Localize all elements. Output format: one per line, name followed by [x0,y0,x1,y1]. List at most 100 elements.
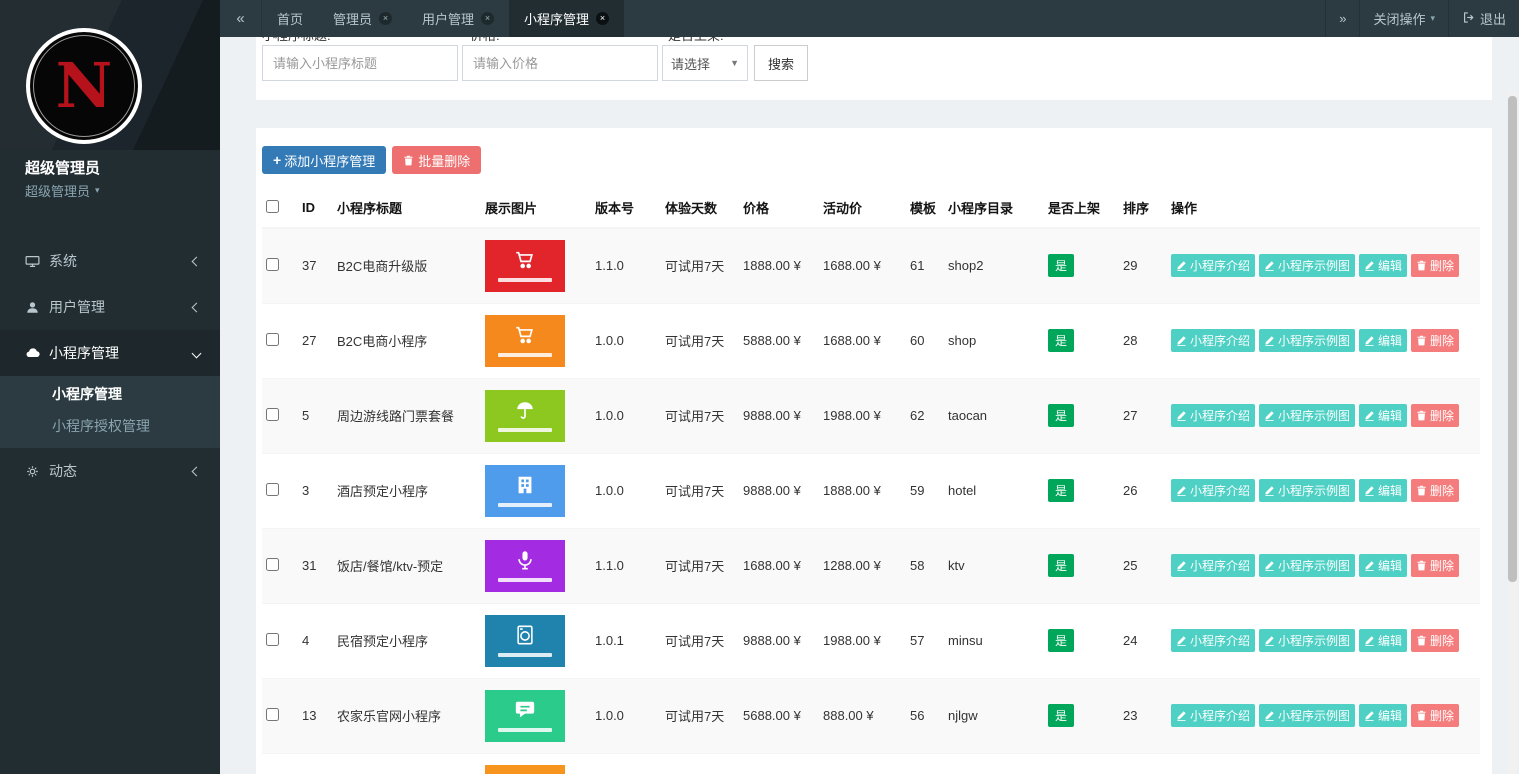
example-button[interactable]: 小程序示例图 [1259,704,1355,727]
edit-button[interactable]: 编辑 [1359,254,1407,277]
intro-button[interactable]: 小程序介绍 [1171,479,1255,502]
table-row: 是小程序介绍小程序示例图编辑删除 [262,753,1480,774]
delete-button[interactable]: 删除 [1411,479,1459,502]
sidebar-item-0[interactable]: 系统 [0,238,220,284]
cell-image [481,303,591,378]
pencil-icon [1264,335,1275,346]
edit-button[interactable]: 编辑 [1359,329,1407,352]
chevron-down-icon [192,348,202,358]
table-row: 5周边游线路门票套餐1.0.0可试用7天9888.00 ¥1988.00 ¥62… [262,378,1480,453]
example-button[interactable]: 小程序示例图 [1259,329,1355,352]
vertical-scrollbar[interactable] [1508,92,1517,774]
sidebar-subitem-2-1[interactable]: 小程序授权管理 [0,410,220,442]
tab-close-icon[interactable]: × [379,12,392,25]
row-checkbox[interactable] [266,408,279,421]
example-button[interactable]: 小程序示例图 [1259,629,1355,652]
tab-2[interactable]: 用户管理× [407,0,509,37]
title-search-input[interactable] [262,45,458,81]
cell-actions: 小程序介绍小程序示例图编辑删除 [1167,678,1480,753]
intro-button[interactable]: 小程序介绍 [1171,554,1255,577]
logout-button[interactable]: 退出 [1448,0,1519,37]
tab-3[interactable]: 小程序管理× [509,0,624,37]
cell-version: 1.0.0 [591,678,661,753]
pencil-icon [1176,635,1187,646]
trash-icon [1416,485,1427,496]
chevron-left-icon [192,466,202,476]
cell-actions: 小程序介绍小程序示例图编辑删除 [1167,378,1480,453]
cell-dir: shop2 [944,228,1044,303]
trash-icon [1416,260,1427,271]
pencil-icon [1264,410,1275,421]
add-miniprogram-button[interactable]: + 添加小程序管理 [262,146,386,174]
delete-button[interactable]: 删除 [1411,629,1459,652]
tabs-scroll-right-button[interactable]: » [1325,0,1359,37]
tab-0[interactable]: 首页 [262,0,318,37]
row-checkbox[interactable] [266,708,279,721]
tab-close-icon[interactable]: × [596,12,609,25]
close-operations-dropdown[interactable]: 关闭操作 ▾ [1359,0,1448,37]
chevron-left-icon [192,302,202,312]
user-role-dropdown[interactable]: 超级管理员 ▾ [0,178,220,200]
example-button[interactable]: 小程序示例图 [1259,404,1355,427]
cell-price: 5888.00 ¥ [739,303,819,378]
row-checkbox[interactable] [266,258,279,271]
sidebar-item-1[interactable]: 用户管理 [0,284,220,330]
intro-button[interactable]: 小程序介绍 [1171,404,1255,427]
edit-button[interactable]: 编辑 [1359,554,1407,577]
batch-delete-button[interactable]: 批量删除 [392,146,481,174]
on-shelf-badge: 是 [1048,329,1074,352]
edit-button[interactable]: 编辑 [1359,404,1407,427]
column-header-3: 版本号 [591,188,661,228]
tab-close-icon[interactable]: × [481,12,494,25]
scrollbar-thumb[interactable] [1508,96,1517,582]
price-search-input[interactable] [462,45,658,81]
sidebar-item-label: 用户管理 [49,297,193,317]
delete-button[interactable]: 删除 [1411,329,1459,352]
delete-button[interactable]: 删除 [1411,554,1459,577]
column-header-7: 模板 [906,188,944,228]
delete-button[interactable]: 删除 [1411,254,1459,277]
cell-image [481,228,591,303]
sidebar-item-2[interactable]: 小程序管理 [0,330,220,376]
row-checkbox[interactable] [266,333,279,346]
sidebar-group: 小程序管理小程序管理小程序授权管理 [0,330,220,448]
intro-button[interactable]: 小程序介绍 [1171,704,1255,727]
user-name: 超级管理员 [0,150,220,178]
row-checkbox[interactable] [266,483,279,496]
row-checkbox[interactable] [266,558,279,571]
intro-button[interactable]: 小程序介绍 [1171,629,1255,652]
cell-price: 1688.00 ¥ [739,528,819,603]
header-select-cell [262,188,298,228]
tab-1[interactable]: 管理员× [318,0,407,37]
user-icon [25,300,49,315]
on-shelf-badge: 是 [1048,554,1074,577]
chat-icon [514,699,536,724]
delete-button[interactable]: 删除 [1411,704,1459,727]
edit-button[interactable]: 编辑 [1359,704,1407,727]
select-all-checkbox[interactable] [266,200,279,213]
on-shelf-select[interactable]: 请选择 ▼ [662,45,748,81]
example-button[interactable]: 小程序示例图 [1259,254,1355,277]
display-image [485,690,565,742]
display-image [485,390,565,442]
example-button[interactable]: 小程序示例图 [1259,554,1355,577]
sidebar-item-3[interactable]: 动态 [0,448,220,494]
cell-trial [661,753,739,774]
intro-button[interactable]: 小程序介绍 [1171,329,1255,352]
cell-activity-price: 1988.00 ¥ [819,603,906,678]
delete-button[interactable]: 删除 [1411,404,1459,427]
cell-title: 饭店/餐馆/ktv-预定 [333,528,481,603]
row-checkbox[interactable] [266,633,279,646]
cart-icon [514,249,536,274]
cell-dir: minsu [944,603,1044,678]
cell-title: 民宿预定小程序 [333,603,481,678]
sidebar-item-label: 系统 [49,251,193,271]
intro-button[interactable]: 小程序介绍 [1171,254,1255,277]
tabs-scroll-left-button[interactable]: « [220,0,262,37]
example-button[interactable]: 小程序示例图 [1259,479,1355,502]
search-button[interactable]: 搜索 [754,45,808,81]
edit-button[interactable]: 编辑 [1359,629,1407,652]
sidebar-subitem-2-0[interactable]: 小程序管理 [0,378,220,410]
cell-sort [1119,753,1167,774]
edit-button[interactable]: 编辑 [1359,479,1407,502]
